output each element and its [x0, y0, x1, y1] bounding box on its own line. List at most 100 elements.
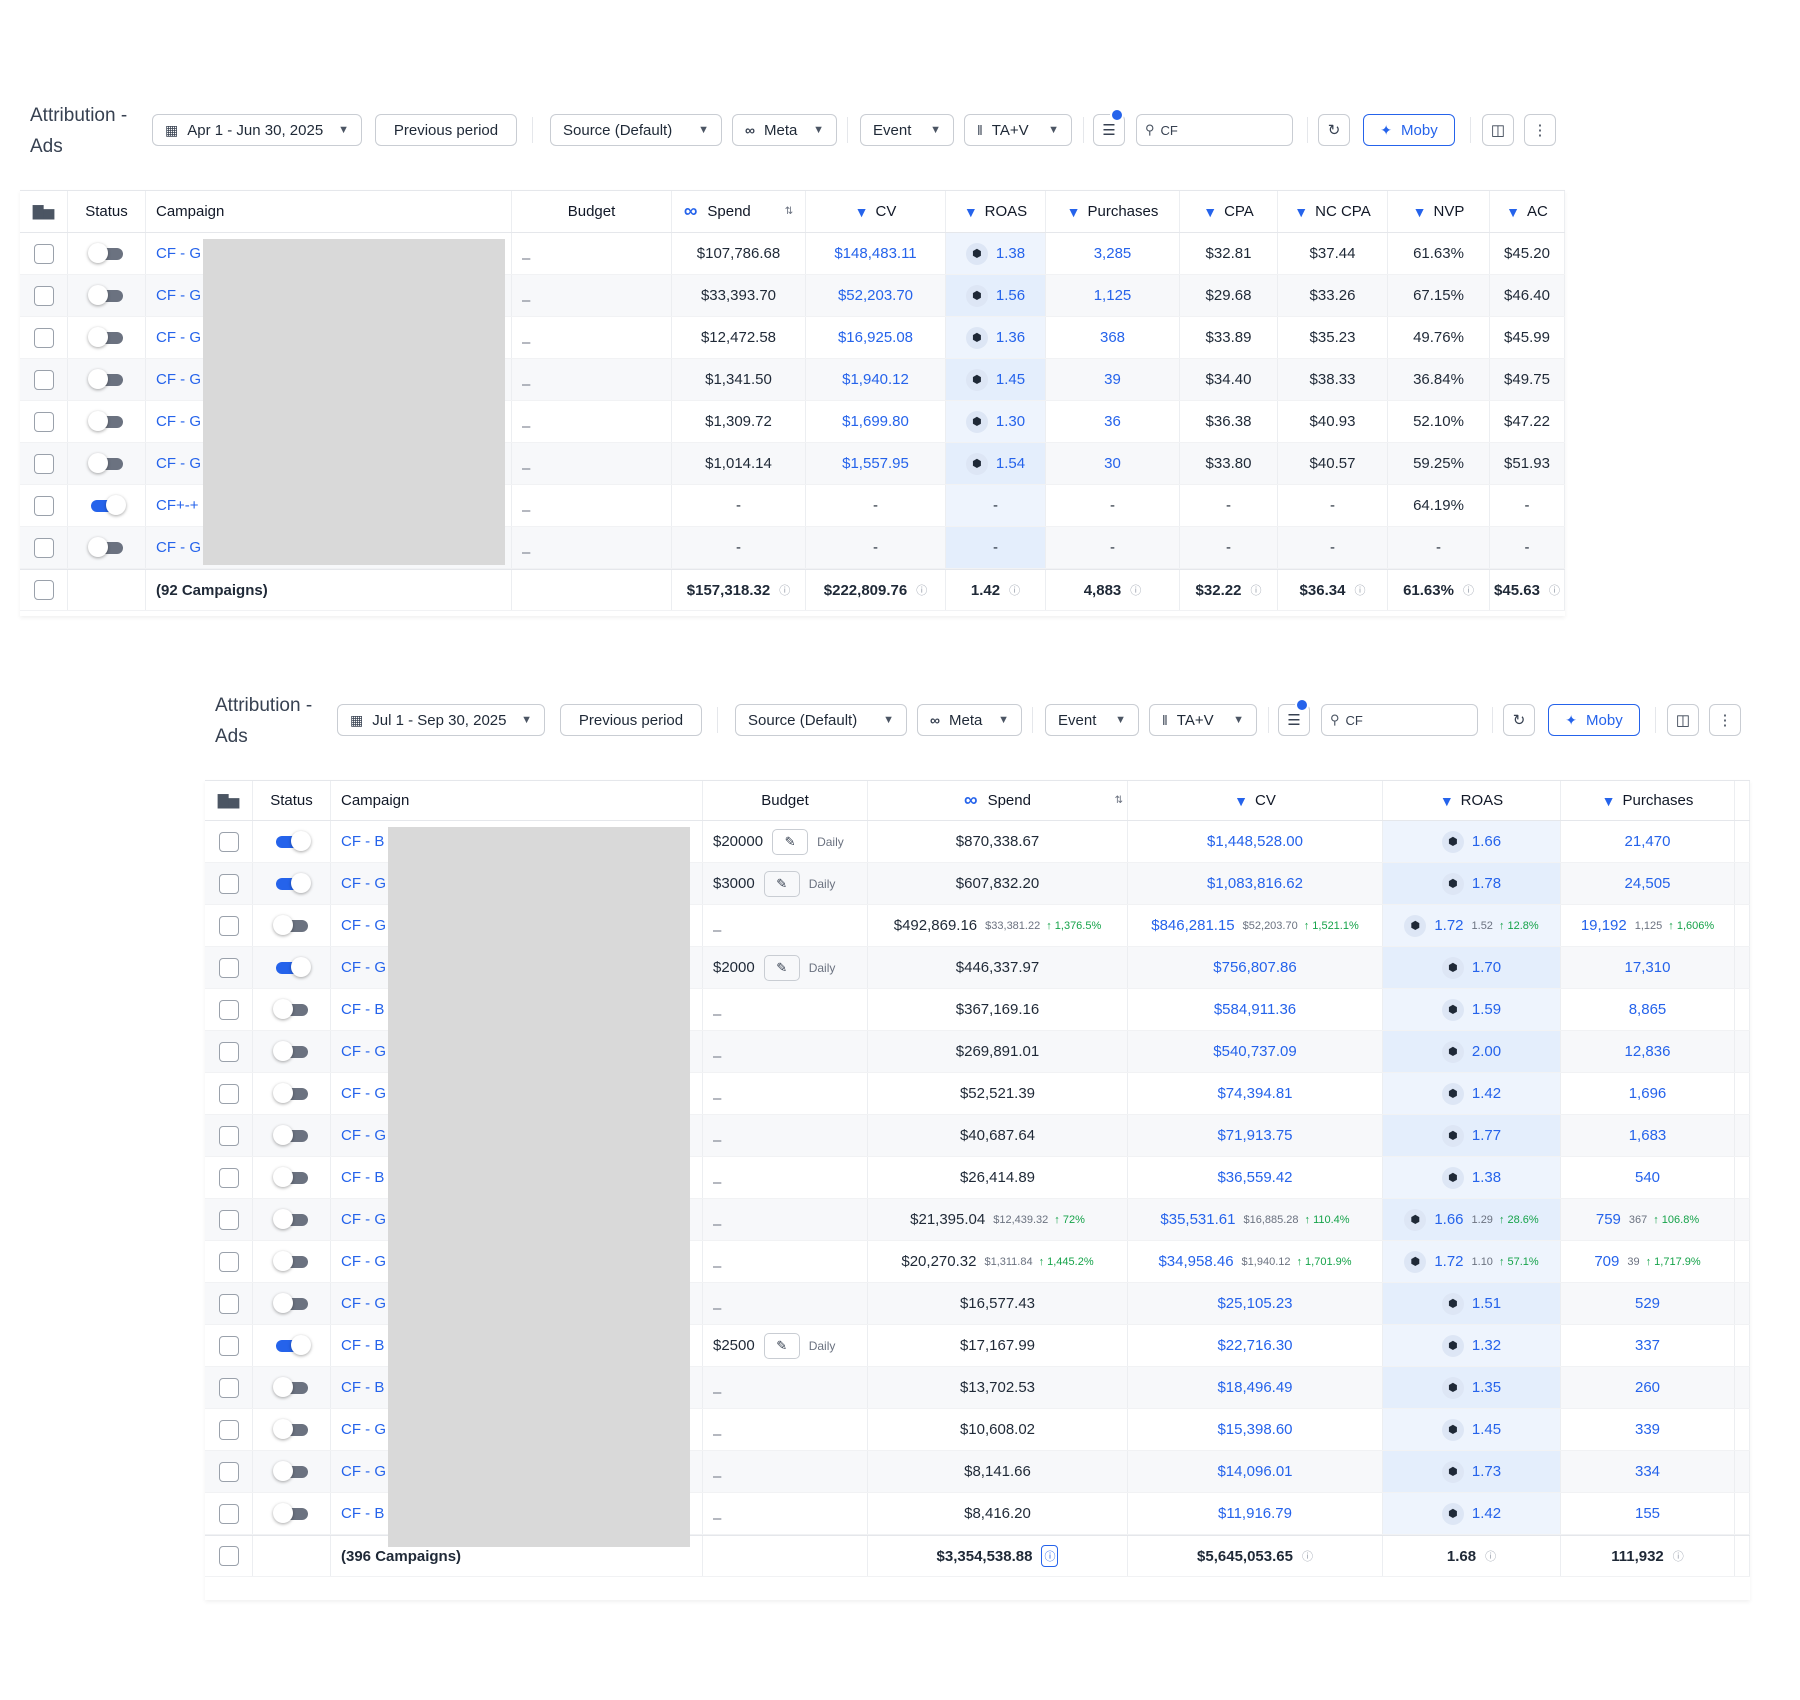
status-toggle[interactable]	[272, 1418, 308, 1439]
purch-value[interactable]: 368	[1100, 329, 1125, 346]
purch-value[interactable]: 334	[1635, 1463, 1660, 1480]
row-checkbox[interactable]	[218, 1335, 239, 1356]
status-toggle[interactable]	[272, 1502, 308, 1523]
more-options-button[interactable]: ⋮	[1524, 114, 1556, 146]
pencil-icon[interactable]: ✎	[772, 828, 809, 855]
cv-value[interactable]: $1,699.80	[842, 413, 909, 430]
row-checkbox[interactable]	[33, 327, 54, 348]
cv-value[interactable]: $846,281.15	[1151, 917, 1234, 934]
row-checkbox[interactable]	[33, 285, 54, 306]
cv-value[interactable]: $36,559.42	[1217, 1169, 1292, 1186]
purch-value[interactable]: 8,865	[1629, 1001, 1667, 1018]
pencil-icon[interactable]: ✎	[763, 954, 800, 981]
campaign-name-link[interactable]: CF+-+	[156, 497, 199, 514]
pencil-icon[interactable]: ✎	[763, 870, 800, 897]
cv-value[interactable]: -	[873, 497, 878, 514]
purch-value[interactable]: 1,683	[1629, 1127, 1667, 1144]
info-icon[interactable]: ⓘ	[1250, 582, 1261, 598]
info-icon[interactable]: ⓘ	[916, 582, 927, 598]
campaign-name-link[interactable]: CF - B	[341, 833, 384, 850]
status-toggle[interactable]	[87, 284, 123, 305]
cv-value[interactable]: $1,083,816.62	[1207, 875, 1303, 892]
row-checkbox[interactable]	[218, 999, 239, 1020]
refresh-button[interactable]: ↻	[1318, 114, 1350, 146]
purch-value[interactable]: 540	[1635, 1169, 1660, 1186]
status-toggle[interactable]	[272, 1250, 308, 1271]
status-toggle[interactable]	[272, 1460, 308, 1481]
cv-value[interactable]: $15,398.60	[1217, 1421, 1292, 1438]
row-checkbox[interactable]	[33, 453, 54, 474]
campaign-name-link[interactable]: CF - G	[341, 1463, 386, 1480]
row-checkbox[interactable]	[218, 1503, 239, 1524]
purch-value[interactable]: 260	[1635, 1379, 1660, 1396]
campaign-name-link[interactable]: CF - G	[156, 245, 201, 262]
campaign-name-link[interactable]: CF - G	[156, 371, 201, 388]
campaign-name-link[interactable]: CF - G	[341, 1211, 386, 1228]
status-toggle[interactable]	[87, 410, 123, 431]
campaign-name-link[interactable]: CF - B	[341, 1169, 384, 1186]
search-input[interactable]: ⚲ CF	[1136, 114, 1293, 146]
row-checkbox[interactable]	[218, 1377, 239, 1398]
cv-value[interactable]: $16,925.08	[838, 329, 913, 346]
row-checkbox[interactable]	[33, 243, 54, 264]
cv-value[interactable]: $756,807.86	[1213, 959, 1296, 976]
source-dropdown[interactable]: Source (Default) ▼	[735, 704, 907, 736]
campaign-name-link[interactable]: CF - G	[156, 455, 201, 472]
cv-value[interactable]: $74,394.81	[1217, 1085, 1292, 1102]
info-icon[interactable]: ⓘ	[1041, 1545, 1059, 1567]
select-all-checkbox[interactable]	[218, 1546, 239, 1566]
platform-dropdown[interactable]: ∞ Meta ▼	[917, 704, 1022, 736]
previous-period-button[interactable]: Previous period	[375, 114, 517, 146]
purch-value[interactable]: 30	[1104, 455, 1121, 472]
cv-value[interactable]: -	[873, 539, 878, 556]
row-checkbox[interactable]	[218, 1083, 239, 1104]
row-checkbox[interactable]	[218, 1461, 239, 1482]
campaign-name-link[interactable]: CF - G	[156, 413, 201, 430]
event-dropdown[interactable]: Event ▼	[1045, 704, 1139, 736]
info-icon[interactable]: ⓘ	[1485, 1548, 1496, 1564]
purch-value[interactable]: 36	[1104, 413, 1121, 430]
row-checkbox[interactable]	[218, 1125, 239, 1146]
purch-value[interactable]: 759	[1596, 1211, 1621, 1228]
status-toggle[interactable]	[272, 914, 308, 935]
purch-value[interactable]: 529	[1635, 1295, 1660, 1312]
purch-value[interactable]: 19,192	[1581, 917, 1627, 934]
campaign-name-link[interactable]: CF - G	[341, 1127, 386, 1144]
purch-value[interactable]: 1,696	[1629, 1085, 1667, 1102]
info-icon[interactable]: ⓘ	[1463, 582, 1474, 598]
cv-value[interactable]: $584,911.36	[1214, 1001, 1296, 1018]
status-toggle[interactable]	[272, 1082, 308, 1103]
purch-value[interactable]: 39	[1104, 371, 1121, 388]
row-checkbox[interactable]	[218, 1167, 239, 1188]
campaign-name-link[interactable]: CF - G	[341, 1043, 386, 1060]
status-toggle[interactable]	[275, 872, 311, 893]
row-checkbox[interactable]	[218, 1251, 239, 1272]
purch-value[interactable]: 3,285	[1094, 245, 1132, 262]
previous-period-button[interactable]: Previous period	[560, 704, 702, 736]
status-toggle[interactable]	[87, 452, 123, 473]
info-icon[interactable]: ⓘ	[1302, 1548, 1313, 1564]
info-icon[interactable]: ⓘ	[1673, 1548, 1684, 1564]
campaign-name-link[interactable]: CF - B	[341, 1379, 384, 1396]
row-checkbox[interactable]	[33, 537, 54, 558]
status-toggle[interactable]	[272, 1376, 308, 1397]
status-toggle[interactable]	[272, 1166, 308, 1187]
campaign-name-link[interactable]: CF - G	[341, 917, 386, 934]
status-toggle[interactable]	[272, 998, 308, 1019]
cv-value[interactable]: $52,203.70	[838, 287, 913, 304]
row-checkbox[interactable]	[33, 369, 54, 390]
chart-icon[interactable]: ▇▅	[218, 792, 240, 809]
select-all-checkbox[interactable]	[33, 580, 54, 600]
cv-value[interactable]: $14,096.01	[1217, 1463, 1292, 1480]
row-checkbox[interactable]	[218, 1419, 239, 1440]
campaign-name-link[interactable]: CF - G	[341, 1295, 386, 1312]
campaign-name-link[interactable]: CF - G	[341, 1085, 386, 1102]
status-toggle[interactable]	[275, 1334, 311, 1355]
status-toggle[interactable]	[87, 536, 123, 557]
cv-value[interactable]: $34,958.46	[1158, 1253, 1233, 1270]
columns-button[interactable]: ◫	[1482, 114, 1514, 146]
cv-value[interactable]: $1,448,528.00	[1207, 833, 1303, 850]
info-icon[interactable]: ⓘ	[1009, 582, 1020, 598]
status-toggle[interactable]	[90, 494, 126, 515]
purch-value[interactable]: 24,505	[1625, 875, 1671, 892]
